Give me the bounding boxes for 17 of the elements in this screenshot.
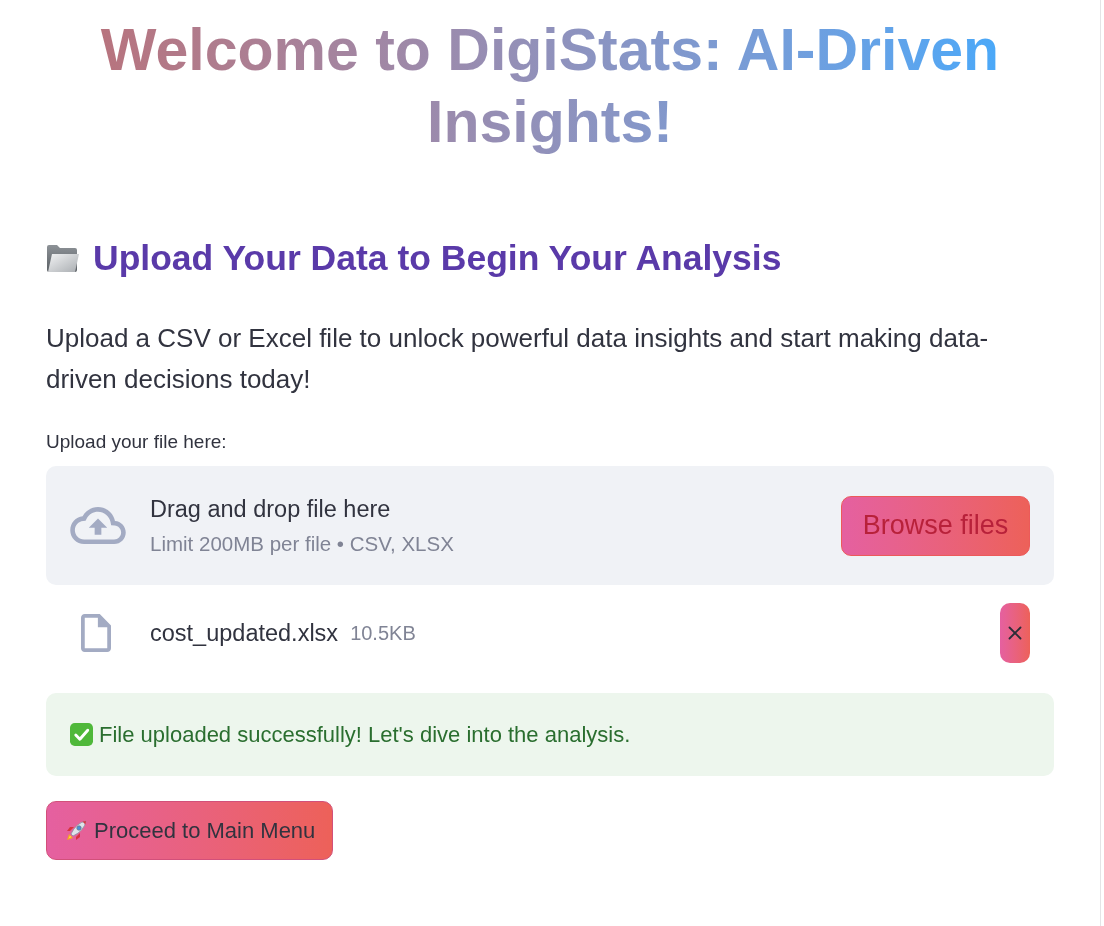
remove-file-button[interactable]: [1000, 603, 1030, 663]
folder-icon: [46, 243, 80, 273]
proceed-button[interactable]: Proceed to Main Menu: [46, 801, 334, 860]
dropzone-title: Drag and drop file here: [150, 495, 392, 523]
section-heading: Upload Your Data to Begin Your Analysis: [93, 237, 782, 280]
rocket-icon: [64, 818, 88, 843]
alert-message: File uploaded successfully! Let's dive into the analysis.: [99, 720, 631, 749]
file-size: 10.5KB: [350, 621, 416, 645]
file-icon: [81, 614, 111, 652]
cloud-upload-icon: [70, 507, 126, 544]
file-name: cost_updated.xlsx: [150, 619, 339, 647]
dropzone[interactable]: Drag and drop file here Limit 200MB per file • CSV, XLSX Browse files: [46, 466, 1054, 585]
upload-label: Upload your file here:: [46, 430, 227, 454]
intro-paragraph: Upload a CSV or Excel file to unlock powerful data insights and start making data-driven decisions today!: [46, 322, 990, 396]
check-mark-icon: [70, 723, 93, 746]
browse-files-button[interactable]: Browse files: [841, 495, 1030, 556]
dropzone-hint: Limit 200MB per file • CSV, XLSX: [150, 532, 454, 556]
